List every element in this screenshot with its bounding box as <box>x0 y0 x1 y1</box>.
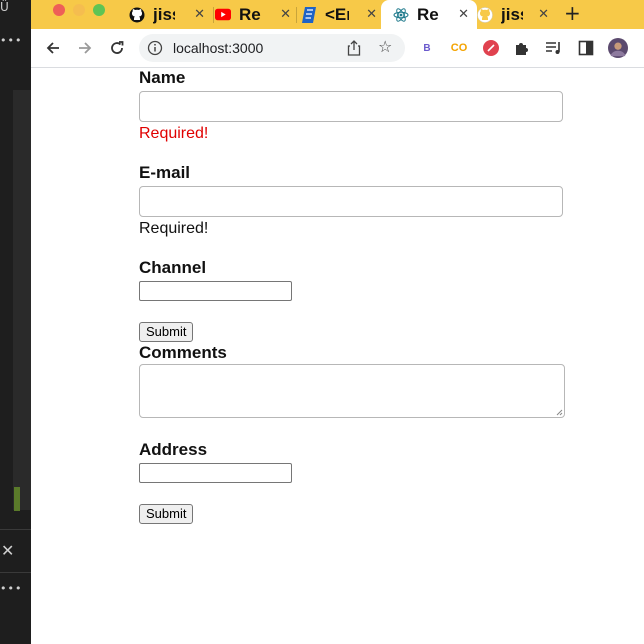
channel-label: Channel <box>139 258 207 277</box>
editor-glyph: Ü <box>0 0 9 14</box>
side-panel-icon[interactable] <box>576 38 596 58</box>
forward-icon[interactable] <box>75 38 95 58</box>
react-icon <box>393 7 409 23</box>
tab-label: Rea <box>239 4 261 24</box>
close-window-button[interactable] <box>53 4 65 16</box>
editor-minimap <box>13 90 31 510</box>
divider <box>0 529 31 530</box>
extension-red-icon[interactable] <box>481 38 501 58</box>
address-label: Address <box>139 440 208 459</box>
github-icon <box>477 6 493 23</box>
share-icon[interactable] <box>347 40 361 61</box>
extensions-puzzle-icon[interactable] <box>512 38 532 58</box>
name-error: Required! <box>139 125 209 142</box>
tab-github-2[interactable]: jissl ✕ <box>477 0 557 29</box>
youtube-icon <box>215 7 231 23</box>
tab-label: Rea <box>417 4 439 24</box>
close-tab-icon[interactable]: ✕ <box>194 7 205 22</box>
maximize-window-button[interactable] <box>93 4 105 16</box>
comments-label: Comments <box>139 343 227 362</box>
tab-docs[interactable]: <Err ✕ <box>301 0 385 29</box>
tab-separator <box>213 7 214 23</box>
docs-icon <box>301 6 317 23</box>
close-tab-icon[interactable]: ✕ <box>366 7 377 22</box>
divider <box>0 572 31 573</box>
url-text: localhost:3000 <box>173 40 264 56</box>
extension-colab-icon[interactable]: CO <box>449 38 469 58</box>
name-input[interactable] <box>139 91 563 122</box>
github-icon <box>129 7 145 23</box>
site-info-icon[interactable] <box>147 40 163 56</box>
email-label: E-mail <box>139 163 191 182</box>
browser-titlebar: jissl ✕ Rea ✕ <Err ✕ Rea ✕ jissl ✕ + <box>31 0 644 29</box>
address-input[interactable] <box>139 463 292 483</box>
tab-react-active[interactable]: Rea ✕ <box>381 0 477 29</box>
channel-input[interactable] <box>139 281 292 301</box>
submit-button[interactable]: Submit <box>139 322 194 342</box>
close-tab-icon[interactable]: ✕ <box>458 7 469 22</box>
minimap-highlight <box>14 487 20 511</box>
tab-youtube[interactable]: Rea ✕ <box>215 0 299 29</box>
profile-avatar[interactable] <box>608 38 628 58</box>
more-icon[interactable]: ••• <box>0 34 22 47</box>
tab-label: <Err <box>325 4 349 24</box>
name-label: Name <box>139 68 186 87</box>
email-input[interactable] <box>139 186 563 217</box>
background-editor-window: Ü ••• ✕ ••• <box>0 0 31 644</box>
close-tab-icon[interactable]: ✕ <box>538 7 549 22</box>
close-icon[interactable]: ✕ <box>1 541 14 560</box>
new-tab-button[interactable]: + <box>564 1 581 25</box>
resize-handle-icon[interactable] <box>556 409 563 416</box>
extension-bootstrap-icon[interactable]: B <box>417 38 437 58</box>
tab-label: jissl <box>153 4 175 24</box>
email-error: Required! <box>139 220 209 237</box>
submit-button[interactable]: Submit <box>139 504 194 524</box>
tab-separator <box>296 7 297 23</box>
tab-github-1[interactable]: jissl ✕ <box>129 0 213 29</box>
minimize-window-button[interactable] <box>73 4 85 16</box>
back-icon[interactable] <box>43 38 63 58</box>
media-controls-icon[interactable] <box>544 38 564 58</box>
bookmark-star-icon[interactable]: ☆ <box>378 37 392 56</box>
reload-icon[interactable] <box>107 38 127 58</box>
close-tab-icon[interactable]: ✕ <box>280 7 291 22</box>
more-icon[interactable]: ••• <box>0 582 22 595</box>
page-content: Name Required! E-mail Required! Channel … <box>31 68 644 644</box>
browser-toolbar: localhost:3000 ☆ B CO <box>31 29 644 68</box>
tab-label: jissl <box>501 4 523 24</box>
comments-textarea[interactable] <box>139 364 565 418</box>
address-bar[interactable]: localhost:3000 ☆ <box>139 34 405 62</box>
